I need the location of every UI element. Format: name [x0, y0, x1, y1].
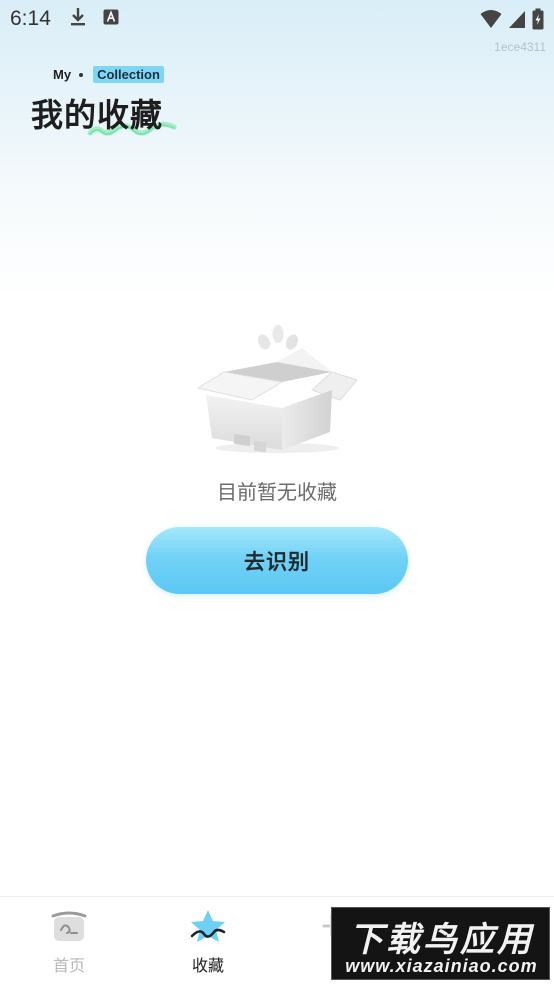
watermark-title: 下载鸟应用: [349, 920, 534, 960]
header-prefix: My: [53, 67, 72, 82]
keyboard-a-icon: [103, 9, 119, 29]
wifi-icon: [480, 9, 502, 33]
watermark: 下载鸟应用 www.xiazainiao.com: [331, 907, 550, 980]
header-separator-dot: [79, 72, 84, 77]
star-icon: [188, 908, 228, 950]
watermark-url: www.xiazainiao.com: [345, 956, 538, 976]
nav-item-home[interactable]: 首页: [9, 896, 129, 984]
empty-state-message: 目前暂无收藏: [217, 480, 337, 504]
header-tag: Collection: [93, 66, 164, 83]
status-time: 6:14: [10, 7, 51, 30]
empty-box-icon: [196, 325, 358, 453]
header-subtitle: My Collection: [53, 66, 164, 83]
go-recognize-button[interactable]: 去识别: [146, 527, 408, 594]
battery-charging-icon: [532, 8, 544, 34]
build-id: 1ece4311: [494, 40, 546, 54]
status-bar: 6:14: [0, 0, 554, 38]
header-background: [0, 0, 554, 300]
nav-label-favorites: 收藏: [191, 956, 224, 975]
nav-label-home: 首页: [52, 956, 85, 975]
page-title: 我的收藏: [31, 96, 164, 134]
home-icon: [49, 908, 89, 948]
signal-icon: [508, 9, 526, 33]
nav-item-favorites[interactable]: 收藏: [148, 896, 268, 984]
download-icon: [69, 7, 87, 31]
status-right: [480, 8, 544, 34]
